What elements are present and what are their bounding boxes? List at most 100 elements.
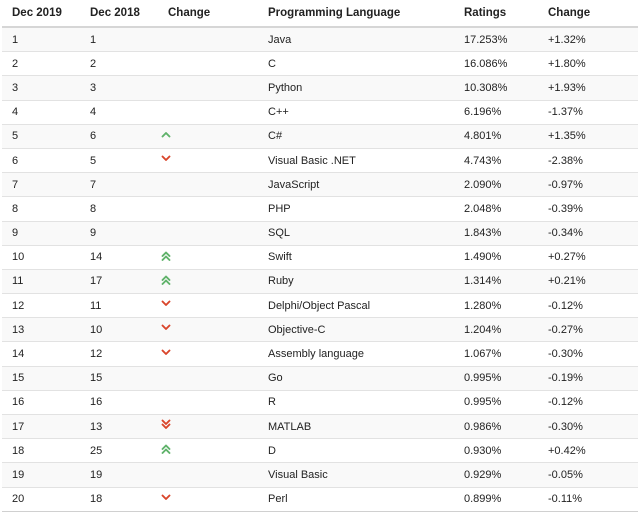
rank-2019-cell: 2 bbox=[2, 51, 80, 77]
header-change-percent[interactable]: Change bbox=[538, 0, 638, 28]
rank-2018-cell: 12 bbox=[80, 341, 158, 367]
rank-2018-cell: 4 bbox=[80, 100, 158, 125]
rank-2019-cell: 11 bbox=[2, 269, 80, 295]
table-row: 6 5 Visual Basic .NET 4.743% -2.38% bbox=[2, 148, 638, 174]
change-percent-cell: +0.27% bbox=[538, 245, 638, 270]
ratings-cell: 1.843% bbox=[454, 221, 538, 246]
language-cell: JavaScript bbox=[258, 172, 454, 198]
rank-2019-cell: 15 bbox=[2, 366, 80, 391]
trend-indicator bbox=[158, 492, 174, 504]
change-percent-cell: +0.42% bbox=[538, 438, 638, 464]
change-percent-cell: -0.05% bbox=[538, 462, 638, 488]
ratings-cell: 0.929% bbox=[454, 462, 538, 488]
language-cell: Objective-C bbox=[258, 317, 454, 343]
table-row: 19 19 Visual Basic 0.929% -0.05% bbox=[2, 462, 638, 488]
language-cell: Assembly language bbox=[258, 341, 454, 367]
trend-cell bbox=[158, 487, 258, 512]
rank-2019-cell: 6 bbox=[2, 148, 80, 174]
ratings-cell: 0.930% bbox=[454, 438, 538, 464]
change-percent-cell: +1.80% bbox=[538, 51, 638, 77]
ratings-cell: 0.995% bbox=[454, 366, 538, 391]
rank-2018-cell: 11 bbox=[80, 293, 158, 319]
language-cell: C bbox=[258, 51, 454, 77]
rank-2019-cell: 13 bbox=[2, 317, 80, 343]
double-chevron-up-icon bbox=[161, 444, 171, 455]
rank-2019-cell: 16 bbox=[2, 390, 80, 416]
trend-cell bbox=[158, 341, 258, 367]
language-cell: C++ bbox=[258, 100, 454, 125]
change-percent-cell: -0.12% bbox=[538, 293, 638, 319]
ratings-cell: 17.253% bbox=[454, 27, 538, 53]
language-cell: Go bbox=[258, 366, 454, 391]
rank-2019-cell: 18 bbox=[2, 438, 80, 464]
rank-2018-cell: 25 bbox=[80, 438, 158, 464]
change-percent-cell: -0.30% bbox=[538, 414, 638, 440]
trend-indicator bbox=[158, 443, 174, 455]
table-row: 16 16 R 0.995% -0.12% bbox=[2, 390, 638, 416]
change-percent-cell: -0.30% bbox=[538, 341, 638, 367]
trend-indicator bbox=[158, 274, 174, 286]
trend-cell bbox=[158, 100, 258, 125]
rank-2018-cell: 6 bbox=[80, 124, 158, 149]
ratings-cell: 6.196% bbox=[454, 100, 538, 125]
language-cell: D bbox=[258, 438, 454, 464]
chevron-up-icon bbox=[161, 131, 171, 138]
rank-2018-cell: 13 bbox=[80, 414, 158, 440]
rank-2019-cell: 9 bbox=[2, 221, 80, 246]
chevron-down-icon bbox=[161, 300, 171, 307]
header-dec-2019[interactable]: Dec 2019 bbox=[2, 0, 80, 28]
header-ratings[interactable]: Ratings bbox=[454, 0, 538, 28]
table-row: 18 25 D 0.930% +0.42% bbox=[2, 438, 638, 464]
trend-cell bbox=[158, 75, 258, 101]
language-ranking-table: Dec 2019 Dec 2018 Change Programming Lan… bbox=[2, 0, 638, 512]
table-body: 1 1 Java 17.253% +1.32% 2 2 C 16.086% +1.80% 3 3 Pyt… bbox=[2, 27, 638, 512]
ratings-cell: 1.067% bbox=[454, 341, 538, 367]
trend-cell bbox=[158, 245, 258, 270]
trend-cell bbox=[158, 390, 258, 416]
table-row: 17 13 MATLAB 0.986% -0.30% bbox=[2, 414, 638, 440]
chevron-down-icon bbox=[161, 155, 171, 161]
ratings-cell: 2.090% bbox=[454, 172, 538, 198]
ratings-cell: 0.899% bbox=[454, 487, 538, 512]
rank-2018-cell: 10 bbox=[80, 317, 158, 343]
rank-2018-cell: 14 bbox=[80, 245, 158, 270]
change-percent-cell: -2.38% bbox=[538, 148, 638, 174]
trend-cell bbox=[158, 196, 258, 222]
ratings-cell: 1.204% bbox=[454, 317, 538, 343]
rank-2019-cell: 5 bbox=[2, 124, 80, 149]
table-row: 1 1 Java 17.253% +1.32% bbox=[2, 27, 638, 53]
header-programming-language[interactable]: Programming Language bbox=[258, 0, 454, 28]
change-percent-cell: -0.12% bbox=[538, 390, 638, 416]
rank-2018-cell: 15 bbox=[80, 366, 158, 391]
rank-2019-cell: 19 bbox=[2, 462, 80, 488]
ratings-cell: 4.801% bbox=[454, 124, 538, 149]
header-change-trend[interactable]: Change bbox=[158, 0, 258, 28]
trend-cell bbox=[158, 462, 258, 488]
rank-2018-cell: 7 bbox=[80, 172, 158, 198]
rank-2018-cell: 9 bbox=[80, 221, 158, 246]
change-percent-cell: -0.27% bbox=[538, 317, 638, 343]
trend-indicator bbox=[158, 153, 174, 165]
change-percent-cell: +1.32% bbox=[538, 27, 638, 53]
change-percent-cell: +1.35% bbox=[538, 124, 638, 149]
language-cell: SQL bbox=[258, 221, 454, 246]
ratings-cell: 1.314% bbox=[454, 269, 538, 295]
trend-indicator bbox=[158, 419, 174, 431]
header-row: Dec 2019 Dec 2018 Change Programming Lan… bbox=[2, 0, 638, 28]
rank-2019-cell: 12 bbox=[2, 293, 80, 319]
trend-cell bbox=[158, 27, 258, 53]
trend-indicator bbox=[158, 250, 174, 262]
rank-2018-cell: 19 bbox=[80, 462, 158, 488]
ratings-cell: 0.986% bbox=[454, 414, 538, 440]
header-dec-2018[interactable]: Dec 2018 bbox=[80, 0, 158, 28]
rank-2018-cell: 8 bbox=[80, 196, 158, 222]
trend-cell bbox=[158, 172, 258, 198]
trend-cell bbox=[158, 269, 258, 295]
change-percent-cell: +0.21% bbox=[538, 269, 638, 295]
double-chevron-down-icon bbox=[161, 419, 171, 430]
table-row: 10 14 Swift 1.490% +0.27% bbox=[2, 245, 638, 270]
trend-cell bbox=[158, 221, 258, 246]
trend-cell bbox=[158, 124, 258, 149]
change-percent-cell: -0.39% bbox=[538, 196, 638, 222]
rank-2019-cell: 10 bbox=[2, 245, 80, 270]
